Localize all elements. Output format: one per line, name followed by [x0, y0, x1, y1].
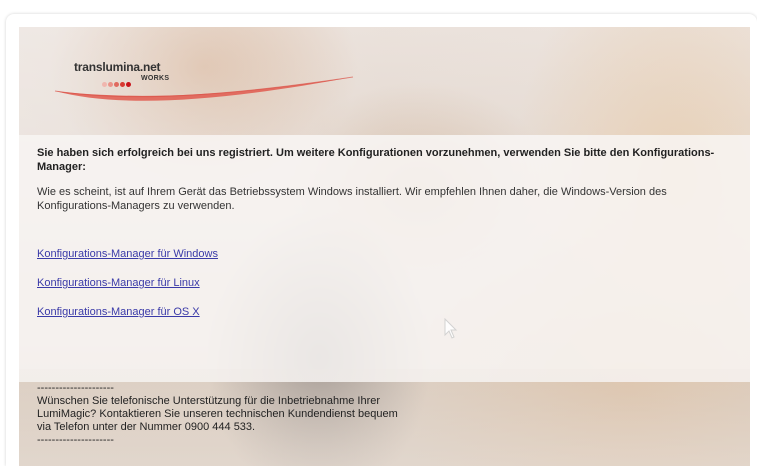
footer-line: via Telefon unter der Nummer 0900 444 53…	[37, 421, 256, 433]
link-manager-osx[interactable]: Konfigurations-Manager für OS X	[37, 305, 200, 319]
logo-subtitle: WORKS	[141, 75, 170, 82]
mouse-cursor-icon	[444, 318, 458, 339]
footer-panel: --------------------- Wünschen Sie telef…	[19, 369, 750, 466]
link-manager-linux[interactable]: Konfigurations-Manager für Linux	[37, 276, 200, 290]
background-photo: translumina.net WORKS Sie haben sich erf…	[19, 27, 750, 466]
brand-logo: translumina.net WORKS	[53, 55, 363, 115]
main-panel: Sie haben sich erfolgreich bei uns regis…	[19, 135, 750, 382]
footer-separator-top: ---------------------	[37, 382, 114, 394]
footer-line: LumiMagic? Kontaktieren Sie unseren tech…	[37, 408, 398, 420]
footer-line: Wünschen Sie telefonische Unterstützung …	[37, 395, 381, 407]
registration-headline: Sie haben sich erfolgreich bei uns regis…	[37, 147, 715, 173]
recommendation-text: Wie es scheint, ist auf Ihrem Gerät das …	[37, 186, 667, 212]
logo-dots-icon	[102, 76, 132, 88]
email-frame: translumina.net WORKS Sie haben sich erf…	[6, 14, 757, 466]
support-note: --------------------- Wünschen Sie telef…	[37, 382, 457, 447]
link-manager-windows[interactable]: Konfigurations-Manager für Windows	[37, 247, 218, 261]
logo-wordmark: translumina.net	[74, 60, 161, 74]
footer-separator-bottom: ---------------------	[37, 434, 114, 446]
